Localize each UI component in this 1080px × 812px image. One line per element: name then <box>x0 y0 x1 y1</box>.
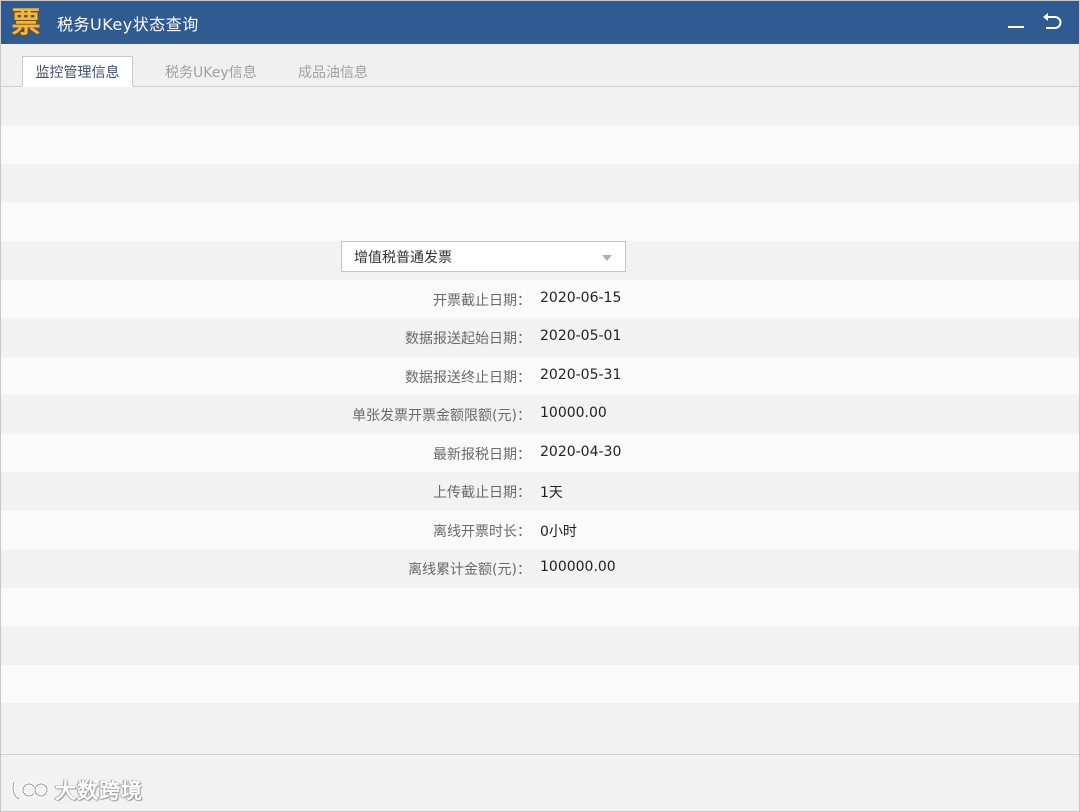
info-value: 0小时 <box>540 524 577 540</box>
window-title: 税务UKey状态查询 <box>57 14 199 34</box>
info-row-report-start-date: 数据报送起始日期： 2020-05-01 <box>1 318 1079 357</box>
info-row-invoice-deadline: 开票截止日期： 2020-06-15 <box>1 280 1079 319</box>
app-window: 票 税务UKey状态查询 监控管理信息 税务UKey信息 成品油信息 增值税普通… <box>0 0 1080 812</box>
tab-tax-ukey-info[interactable]: 税务UKey信息 <box>153 56 269 88</box>
back-button[interactable] <box>1039 9 1065 35</box>
info-row-offline-duration: 离线开票时长： 0小时 <box>1 511 1079 550</box>
info-value: 2020-04-30 <box>540 444 622 460</box>
info-label: 数据报送终止日期： <box>405 370 531 386</box>
undo-arrow-icon <box>1043 13 1062 29</box>
info-value: 2020-05-31 <box>540 367 622 383</box>
invoice-type-select[interactable]: 增值税普通发票 <box>341 241 626 272</box>
row-stripe <box>1 164 1079 203</box>
row-stripe <box>1 703 1079 754</box>
info-row-offline-total-amount: 离线累计金额(元)： 100000.00 <box>1 549 1079 588</box>
tab-refined-oil-info[interactable]: 成品油信息 <box>286 56 380 88</box>
footer-area: 大数跨境 <box>1 755 1079 811</box>
info-row-report-end-date: 数据报送终止日期： 2020-05-31 <box>1 357 1079 396</box>
info-label: 离线开票时长： <box>433 524 531 540</box>
watermark: 大数跨境 <box>11 775 143 805</box>
row-stripe <box>1 665 1079 704</box>
row-stripe <box>1 626 1079 665</box>
monitor-info-panel: 增值税普通发票 开票截止日期： 2020-06-15 数据报送起始日期： 202… <box>1 87 1079 754</box>
info-label: 最新报税日期： <box>433 447 531 463</box>
info-label: 离线累计金额(元)： <box>408 562 531 578</box>
info-label: 开票截止日期： <box>433 293 531 309</box>
row-stripe <box>1 87 1079 126</box>
row-stripe <box>1 588 1079 627</box>
info-value: 2020-06-15 <box>540 290 622 306</box>
minimize-button[interactable] <box>1003 9 1029 35</box>
info-label: 单张发票开票金额限额(元)： <box>352 408 531 424</box>
tab-bar: 监控管理信息 税务UKey信息 成品油信息 <box>1 44 1079 87</box>
brand-logo-icon <box>11 781 49 801</box>
info-label: 数据报送起始日期： <box>405 331 531 347</box>
info-label: 上传截止日期： <box>433 485 531 501</box>
info-row-latest-tax-date: 最新报税日期： 2020-04-30 <box>1 434 1079 473</box>
info-value: 100000.00 <box>540 559 616 575</box>
title-bar: 票 税务UKey状态查询 <box>1 1 1079 44</box>
tab-monitor-management[interactable]: 监控管理信息 <box>22 56 133 87</box>
chevron-down-icon <box>602 255 612 261</box>
minimize-icon <box>1008 26 1024 28</box>
info-row-single-invoice-limit: 单张发票开票金额限额(元)： 10000.00 <box>1 395 1079 434</box>
info-value: 1天 <box>540 485 563 501</box>
info-value: 10000.00 <box>540 405 607 421</box>
row-stripe <box>1 126 1079 165</box>
window-controls <box>1003 9 1065 35</box>
watermark-text: 大数跨境 <box>55 779 143 803</box>
invoice-type-selected: 增值税普通发票 <box>354 249 452 266</box>
info-row-upload-deadline: 上传截止日期： 1天 <box>1 472 1079 511</box>
row-stripe <box>1 203 1079 242</box>
app-logo-icon: 票 <box>11 5 41 39</box>
info-value: 2020-05-01 <box>540 328 622 344</box>
